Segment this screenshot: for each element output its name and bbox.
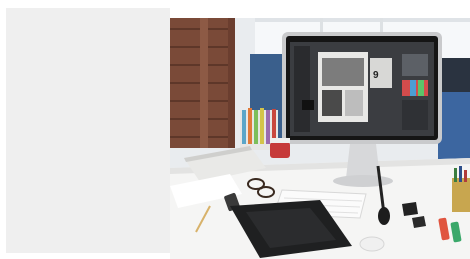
brick-wall xyxy=(170,18,235,148)
workspace-photo: 9 xyxy=(170,18,470,259)
red-mug xyxy=(270,142,290,158)
svg-text:9: 9 xyxy=(373,70,379,81)
binder-clip xyxy=(402,202,418,216)
blue-partition-right xyxy=(438,90,470,160)
content-area: 9 xyxy=(0,0,470,259)
empty-side-panel xyxy=(6,8,170,253)
computer-mouse xyxy=(359,236,385,252)
